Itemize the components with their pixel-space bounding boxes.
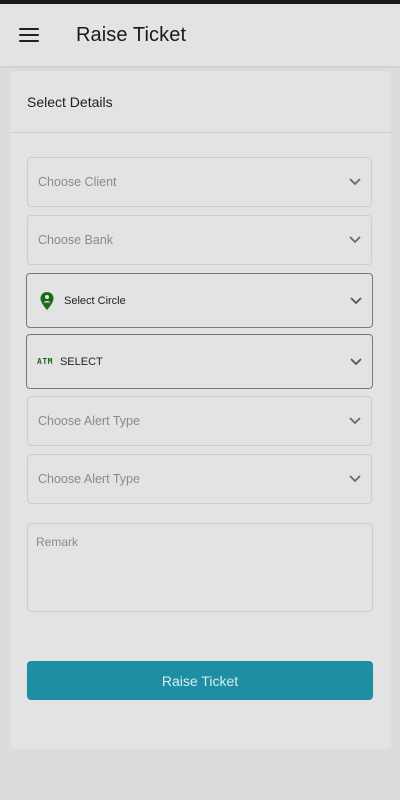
bank-placeholder: Choose Bank: [38, 233, 114, 247]
section-title: Select Details: [27, 93, 113, 110]
location-pin-icon: [39, 291, 55, 311]
choose-alert-type-dropdown[interactable]: Choose Alert Type: [27, 396, 372, 446]
form-card: Select Details Choose Client Choose Bank…: [10, 71, 391, 749]
select-circle-dropdown[interactable]: Select Circle: [26, 273, 373, 328]
alert-type-placeholder: Choose Alert Type: [38, 472, 140, 486]
alert-type-placeholder: Choose Alert Type: [38, 414, 140, 428]
remark-field[interactable]: [27, 523, 373, 612]
choose-bank-dropdown[interactable]: Choose Bank: [27, 215, 372, 265]
raise-ticket-button[interactable]: Raise Ticket: [27, 661, 373, 700]
atm-icon: ATM: [37, 357, 53, 366]
chevron-down-icon: [349, 475, 361, 483]
choose-client-dropdown[interactable]: Choose Client: [27, 157, 372, 207]
atm-select-dropdown[interactable]: ATM SELECT: [26, 334, 373, 389]
atm-value: SELECT: [59, 355, 103, 368]
client-placeholder: Choose Client: [38, 175, 117, 189]
hamburger-menu-icon[interactable]: [19, 27, 41, 43]
card-header: Select Details: [10, 71, 391, 133]
circle-value: Select Circle: [64, 294, 126, 307]
app-bar: Raise Ticket: [0, 4, 400, 66]
chevron-down-icon: [350, 357, 362, 366]
chevron-down-icon: [349, 178, 361, 186]
choose-alert-type-dropdown-2[interactable]: Choose Alert Type: [27, 454, 372, 504]
page-title: Raise Ticket: [76, 23, 187, 46]
chevron-down-icon: [349, 417, 361, 425]
chevron-down-icon: [349, 236, 361, 244]
chevron-down-icon: [350, 296, 362, 305]
